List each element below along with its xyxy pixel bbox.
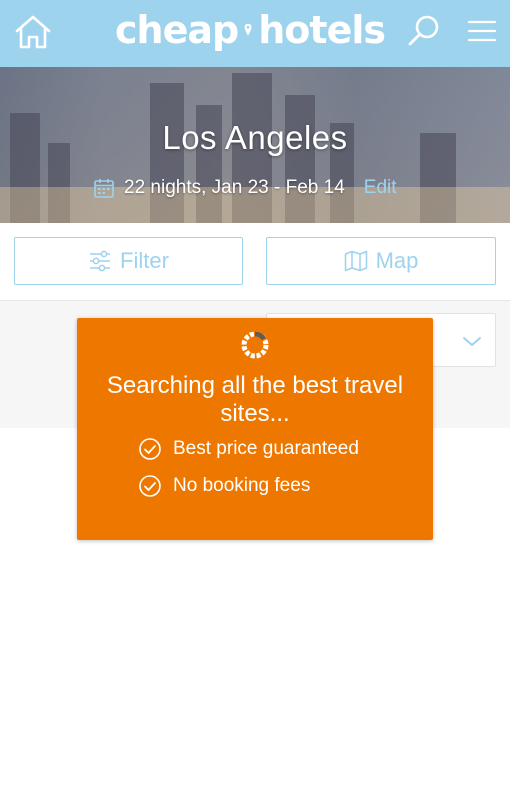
search-icon[interactable] xyxy=(406,13,442,49)
city-title: Los Angeles xyxy=(162,119,348,156)
home-icon[interactable] xyxy=(13,12,53,52)
map-pin-icon xyxy=(244,23,252,36)
edit-dates-link[interactable]: Edit xyxy=(364,177,397,199)
map-icon xyxy=(344,250,367,272)
loading-spinner-icon xyxy=(241,331,269,359)
menu-icon[interactable] xyxy=(466,15,498,47)
chevron-down-icon xyxy=(463,337,481,346)
results-toolbar: Filter Map xyxy=(0,223,510,301)
dates-text: 22 nights, Jan 23 - Feb 14 xyxy=(124,177,345,198)
check-circle-icon xyxy=(139,438,161,460)
site-logo[interactable]: cheap hotels xyxy=(115,4,386,56)
map-label: Map xyxy=(375,248,419,273)
map-button[interactable]: Map xyxy=(266,237,496,285)
feature-item: No booking fees xyxy=(138,472,310,500)
filter-button[interactable]: Filter xyxy=(14,237,243,285)
hero-banner: Los Angeles 22 nights, Jan 23 - Feb 14 E… xyxy=(0,67,510,223)
feature-label: Best price guaranteed xyxy=(173,438,359,459)
feature-label: No booking fees xyxy=(173,475,311,496)
sliders-icon xyxy=(90,250,111,272)
searching-title: Searching all the best travel sites... xyxy=(106,372,404,427)
check-circle-icon xyxy=(139,475,161,497)
calendar-icon xyxy=(94,179,114,198)
top-header: cheap hotels xyxy=(0,0,510,67)
logo-text-right: hotels xyxy=(258,8,386,52)
stay-dates: 22 nights, Jan 23 - Feb 14 Edit xyxy=(93,175,397,201)
searching-overlay: Searching all the best travel sites... B… xyxy=(77,318,433,540)
feature-item: Best price guaranteed xyxy=(138,435,359,463)
logo-text-left: cheap xyxy=(115,8,239,52)
filter-label: Filter xyxy=(120,248,169,273)
